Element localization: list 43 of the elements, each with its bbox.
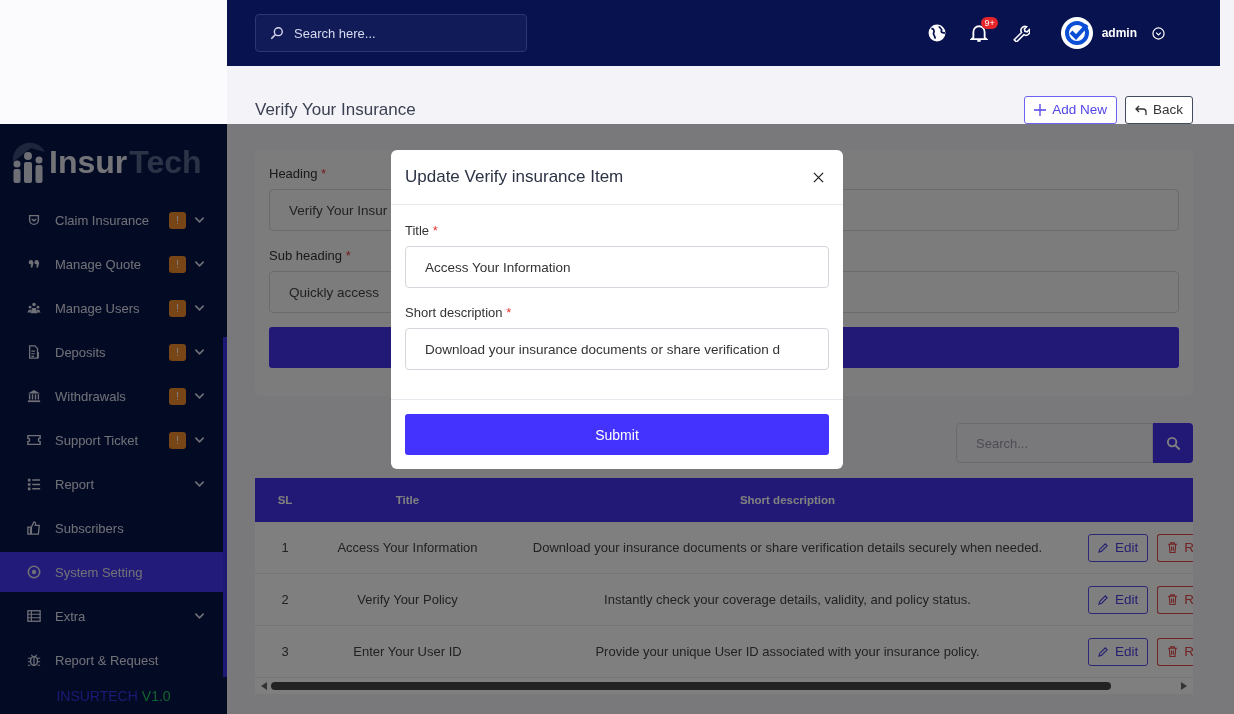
sidebar-label: Deposits (55, 344, 106, 360)
sidebar-label: Support Ticket (55, 432, 139, 448)
sidebar-label: Extra (55, 608, 86, 624)
field-label: Heading (269, 166, 318, 181)
field-label: Short description (405, 305, 503, 320)
required-mark: * (321, 166, 327, 181)
table-cell-text: Access Your Information (336, 540, 479, 555)
version-label: V1.0 (141, 688, 171, 704)
sidebar-label: Report & Request (55, 652, 159, 668)
logo-text: Insur (49, 143, 128, 181)
alert-badge: ! (169, 387, 186, 405)
sidebar-label: Report (55, 476, 95, 492)
notification-badge: 9+ (981, 17, 998, 29)
page-title: Verify Your Insurance (255, 99, 416, 120)
table-cell-text: Verify Your Policy (356, 592, 459, 607)
sidebar-label: Claim Insurance (55, 212, 149, 228)
column-header: Short description (738, 494, 837, 506)
alert-badge: ! (169, 431, 186, 449)
field-label: Sub heading (269, 248, 342, 263)
table-cell-text: 3 (280, 644, 290, 659)
field-label: Title (405, 223, 430, 238)
required-mark: * (506, 305, 512, 320)
alert-badge: ! (169, 211, 186, 229)
required-mark: * (345, 248, 351, 263)
required-mark: * (432, 223, 438, 238)
alert-badge: ! (169, 343, 186, 361)
sidebar-label: System Setting (55, 564, 143, 580)
alert-badge: ! (169, 299, 186, 317)
sidebar-label: Subscribers (55, 520, 124, 536)
table-cell-text: Provide your unique User ID associated with your insurance policy. (594, 644, 981, 659)
table-cell-text: Download your insurance documents or share verification details securely when needed. (531, 540, 1044, 555)
column-header: SL (276, 494, 294, 506)
table-cell-text: Enter Your User ID (352, 644, 463, 659)
column-header: Title (394, 494, 421, 506)
modal-title: Update Verify insurance Item (405, 167, 624, 187)
table-cell-text: 1 (280, 540, 290, 555)
sidebar-label: Manage Users (55, 300, 140, 316)
table-cell-text: Instantly check your coverage details, validity, and policy status. (603, 592, 972, 607)
sidebar-label: Manage Quote (55, 256, 141, 272)
brand-name: INSURTECH (56, 688, 138, 704)
alert-badge: ! (169, 255, 186, 273)
table-cell-text: 2 (280, 592, 290, 607)
sidebar-label: Withdrawals (55, 388, 126, 404)
